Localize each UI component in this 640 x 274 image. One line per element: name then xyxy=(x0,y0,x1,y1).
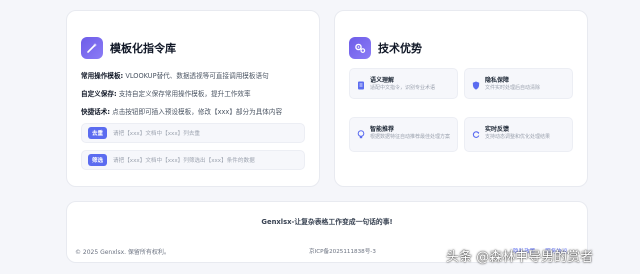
feature-label: 常用操作模板: xyxy=(81,72,124,80)
command-template-text: 请把【xxx】文档中【xxx】列去重 xyxy=(113,131,201,137)
document-icon xyxy=(357,75,365,94)
tech-item-title: 隐私保障 xyxy=(485,77,510,84)
refresh-icon xyxy=(472,124,480,143)
feature-label: 快捷话术: xyxy=(81,108,111,116)
template-library-header: 模板化指令库 xyxy=(81,37,176,59)
template-library-title: 模板化指令库 xyxy=(110,42,176,55)
footer-copyright: © 2025 Genxlsx. 保留所有权利。 xyxy=(75,249,170,256)
dedupe-button[interactable]: 去重 xyxy=(88,127,108,139)
watermark: 头条 @森林中导男的赏者 xyxy=(446,250,594,265)
feature-line-common-templates: 常用操作模板: VLOOKUP替代、数据透视等可直接调用模板语句 xyxy=(81,70,269,80)
tech-advantages-header: 技术优势 xyxy=(349,37,422,59)
lightbulb-icon xyxy=(357,124,365,143)
tech-item-desc: 支持动态调整和优化处理结果 xyxy=(485,134,551,140)
tech-item-desc: 文件实时处理后自动清除 xyxy=(485,85,541,91)
feature-text: 点击按钮即可插入预设模板，修改【xxx】部分为具体内容 xyxy=(112,108,283,116)
tech-item-smart-recommend: 智能推荐 根据数据特征自动推荐最佳处理方案 xyxy=(349,117,458,152)
tech-advantages-title: 技术优势 xyxy=(378,42,422,55)
tech-item-realtime-feedback: 实时反馈 支持动态调整和优化处理结果 xyxy=(464,117,573,152)
feature-label: 自定义保存: xyxy=(81,90,117,98)
tech-item-title: 实时反馈 xyxy=(485,126,510,133)
template-command-filter[interactable]: 筛选 请把【xxx】文档中【xxx】列筛选出【xxx】条件的数据 xyxy=(81,150,305,170)
feature-line-custom-save: 自定义保存: 支持自定义保存常用操作模板，提升工作效率 xyxy=(81,88,251,98)
feature-text: VLOOKUP替代、数据透视等可直接调用模板语句 xyxy=(125,72,269,80)
tech-item-title: 语义理解 xyxy=(370,77,395,84)
feature-line-quick-phrases: 快捷话术: 点击按钮即可插入预设模板，修改【xxx】部分为具体内容 xyxy=(81,106,282,116)
tech-item-semantic: 语义理解 适配中文指令，识别专业术语 xyxy=(349,68,458,99)
command-template-text: 请把【xxx】文档中【xxx】列筛选出【xxx】条件的数据 xyxy=(113,158,255,164)
filter-button[interactable]: 筛选 xyxy=(88,154,108,166)
footer-slogan: Genxlsx-让复杂表格工作变成一句话的事! xyxy=(261,218,393,226)
shield-icon xyxy=(472,75,480,94)
template-library-card: 模板化指令库 常用操作模板: VLOOKUP替代、数据透视等可直接调用模板语句 … xyxy=(66,10,320,187)
feature-text: 支持自定义保存常用操作模板，提升工作效率 xyxy=(118,90,251,98)
tech-item-title: 智能推荐 xyxy=(370,126,395,133)
magic-wand-icon xyxy=(81,37,103,59)
gears-icon xyxy=(349,37,371,59)
tech-advantages-card: 技术优势 语义理解 适配中文指令，识别专业术语 隐私保障 文件实时处理后自动清除… xyxy=(334,10,588,187)
template-command-dedupe[interactable]: 去重 请把【xxx】文档中【xxx】列去重 xyxy=(81,123,305,143)
tech-item-desc: 适配中文指令，识别专业术语 xyxy=(370,85,436,91)
tech-item-desc: 根据数据特征自动推荐最佳处理方案 xyxy=(370,134,451,140)
tech-item-privacy: 隐私保障 文件实时处理后自动清除 xyxy=(464,68,573,99)
footer-icp-link[interactable]: 京ICP备2025111838号-3 xyxy=(309,247,376,255)
